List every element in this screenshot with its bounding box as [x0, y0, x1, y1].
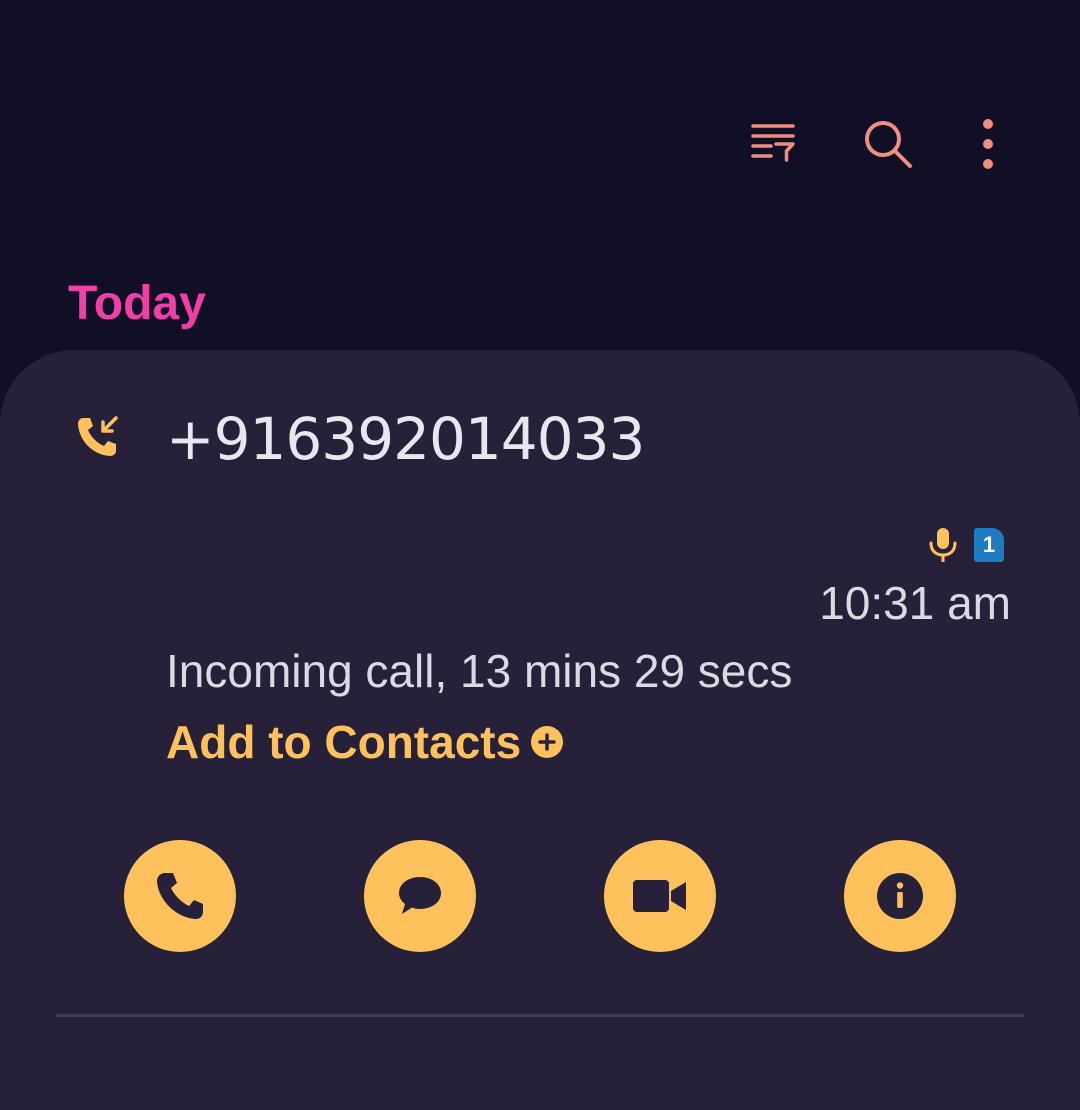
- add-to-contacts-link[interactable]: Add to Contacts: [166, 712, 564, 772]
- call-time: 10:31 am: [819, 577, 1011, 629]
- call-button[interactable]: [124, 840, 236, 952]
- search-icon: [865, 121, 912, 168]
- video-call-button[interactable]: [604, 840, 716, 952]
- more-options-button[interactable]: [956, 112, 1020, 176]
- message-icon: [399, 877, 441, 914]
- incoming-call-icon: [78, 416, 118, 456]
- sim-badge: 1: [974, 528, 1004, 562]
- list-divider: [56, 1014, 1024, 1017]
- info-icon: [877, 873, 923, 919]
- video-call-icon: [633, 880, 686, 912]
- filter-button[interactable]: [741, 112, 805, 176]
- more-vertical-icon: [983, 119, 993, 169]
- info-button[interactable]: [844, 840, 956, 952]
- plus-circle-icon: [531, 726, 564, 758]
- section-header-today: Today: [68, 277, 206, 330]
- microphone-icon: [929, 528, 957, 562]
- phone-icon: [157, 873, 203, 919]
- add-to-contacts-label: Add to Contacts: [166, 716, 522, 768]
- filter-list-icon: [751, 124, 795, 162]
- caller-number: +916392014033: [166, 405, 645, 473]
- call-detail: Incoming call, 13 mins 29 secs: [166, 645, 793, 697]
- search-button[interactable]: [856, 112, 920, 176]
- message-button[interactable]: [364, 840, 476, 952]
